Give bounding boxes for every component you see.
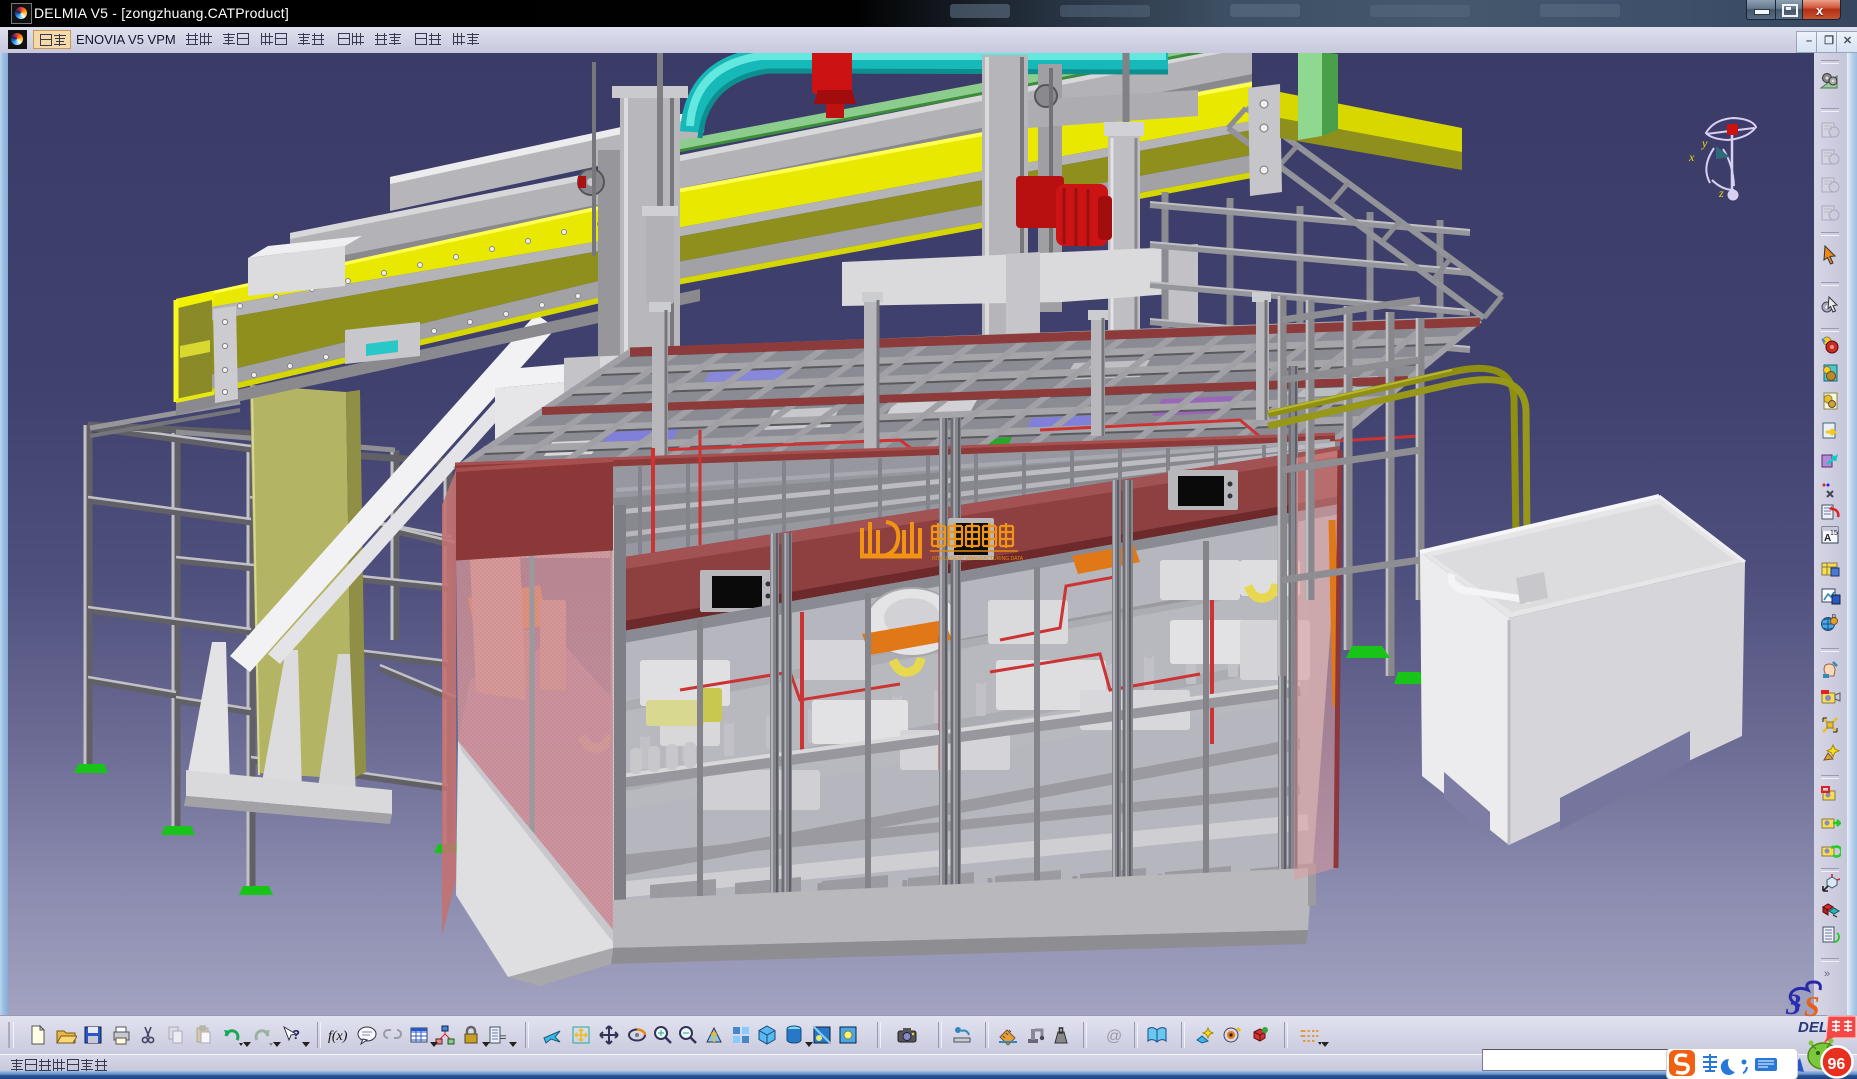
svg-text:?: ? [292, 1027, 300, 1042]
svg-text:x: x [1688, 150, 1695, 164]
svg-text:n: n [1832, 613, 1836, 620]
svg-text:3: 3 [1785, 988, 1801, 1021]
svg-text:y: y [1701, 136, 1708, 150]
svg-text:INTELLIGENT MANUFACTURING DATA: INTELLIGENT MANUFACTURING DATA [932, 556, 1024, 562]
svg-text:96: 96 [1828, 1056, 1846, 1073]
svg-text:f(x): f(x) [328, 1029, 348, 1044]
svg-text:=: = [500, 1032, 506, 1044]
svg-text:z: z [1718, 186, 1724, 200]
svg-text:@: @ [1106, 1028, 1122, 1045]
svg-text:15: 15 [1830, 530, 1838, 537]
